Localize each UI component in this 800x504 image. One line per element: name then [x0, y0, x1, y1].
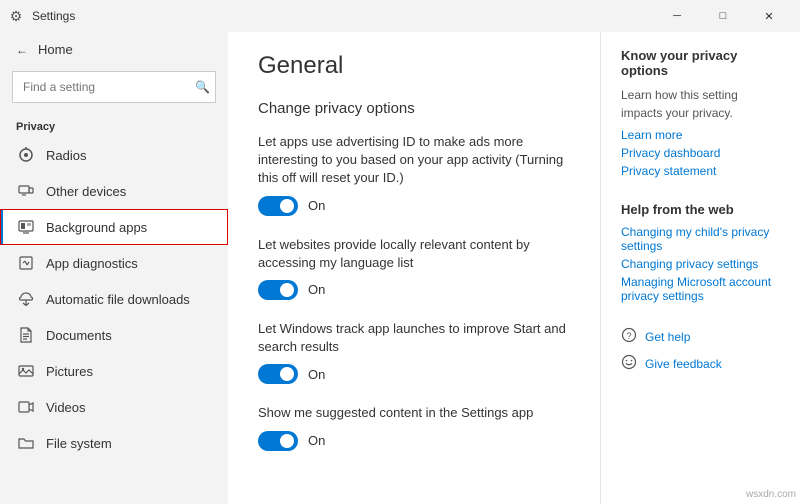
privacy-option-suggested-content: Show me suggested content in the Setting… [258, 404, 570, 450]
toggle-row-suggested-content: On [258, 431, 570, 451]
panel-title-help-web: Help from the web [621, 202, 780, 217]
automatic-downloads-icon [16, 291, 36, 307]
panel-title-know-options: Know your privacy options [621, 48, 780, 78]
sidebar-item-label-app-diagnostics: App diagnostics [46, 256, 138, 271]
svg-text:?: ? [627, 331, 632, 341]
get-help-label[interactable]: Get help [645, 330, 690, 344]
sidebar-home-label: Home [38, 42, 73, 57]
app-body: ← Home 🔍 Privacy Radios [0, 32, 800, 504]
page-title: General [258, 52, 570, 80]
option-text-suggested-content: Show me suggested content in the Setting… [258, 404, 570, 422]
window-controls: ─ □ ✕ [654, 0, 792, 32]
sidebar-item-label-other-devices: Other devices [46, 184, 126, 199]
sidebar-item-background-apps[interactable]: Background apps [0, 209, 228, 245]
toggle-label-advertising-id: On [308, 198, 325, 213]
sidebar-back-home[interactable]: ← Home [0, 32, 228, 67]
panel-link-privacy-statement[interactable]: Privacy statement [621, 164, 780, 178]
window-title: Settings [32, 9, 654, 23]
videos-icon [16, 399, 36, 415]
option-text-app-launches: Let Windows track app launches to improv… [258, 320, 570, 356]
sidebar-item-app-diagnostics[interactable]: App diagnostics [0, 245, 228, 281]
toggle-suggested-content[interactable] [258, 431, 298, 451]
right-panel: Know your privacy options Learn how this… [600, 32, 800, 504]
search-input[interactable] [12, 71, 216, 103]
give-feedback-label[interactable]: Give feedback [645, 357, 722, 371]
toggle-label-language-list: On [308, 282, 325, 297]
toggle-label-app-launches: On [308, 367, 325, 382]
toggle-row-language-list: On [258, 280, 570, 300]
get-help-icon: ? [621, 327, 637, 346]
app-diagnostics-icon [16, 255, 36, 271]
sidebar-item-label-automatic-downloads: Automatic file downloads [46, 292, 190, 307]
panel-link-privacy-dashboard[interactable]: Privacy dashboard [621, 146, 780, 160]
sidebar-item-label-pictures: Pictures [46, 364, 93, 379]
back-arrow-icon: ← [16, 43, 28, 57]
sidebar: ← Home 🔍 Privacy Radios [0, 32, 228, 504]
watermark: wsxdn.com [746, 489, 796, 500]
give-feedback-icon [621, 354, 637, 373]
toggle-row-app-launches: On [258, 364, 570, 384]
maximize-button[interactable]: □ [700, 0, 746, 32]
privacy-option-app-launches: Let Windows track app launches to improv… [258, 320, 570, 384]
sidebar-item-label-documents: Documents [46, 328, 112, 343]
privacy-option-advertising-id: Let apps use advertising ID to make ads … [258, 133, 570, 216]
panel-section-know-options: Know your privacy options Learn how this… [621, 48, 780, 178]
toggle-language-list[interactable] [258, 280, 298, 300]
minimize-button[interactable]: ─ [654, 0, 700, 32]
sidebar-item-label-videos: Videos [46, 400, 86, 415]
sidebar-item-radios[interactable]: Radios [0, 137, 228, 173]
main-content: General Change privacy options Let apps … [228, 32, 600, 504]
file-system-icon [16, 435, 36, 451]
sidebar-search-container: 🔍 [12, 71, 216, 103]
toggle-label-suggested-content: On [308, 433, 325, 448]
get-help-action[interactable]: ? Get help [621, 327, 780, 346]
toggle-app-launches[interactable] [258, 364, 298, 384]
close-button[interactable]: ✕ [746, 0, 792, 32]
pictures-icon [16, 363, 36, 379]
panel-link-child-privacy[interactable]: Changing my child's privacy settings [621, 225, 780, 253]
sidebar-item-label-file-system: File system [46, 436, 112, 451]
panel-link-learn-more[interactable]: Learn more [621, 128, 780, 142]
sidebar-item-file-system[interactable]: File system [0, 425, 228, 461]
option-text-language-list: Let websites provide locally relevant co… [258, 236, 570, 272]
give-feedback-action[interactable]: Give feedback [621, 354, 780, 373]
option-text-advertising-id: Let apps use advertising ID to make ads … [258, 133, 570, 188]
sidebar-item-automatic-downloads[interactable]: Automatic file downloads [0, 281, 228, 317]
panel-section-help-web: Help from the web Changing my child's pr… [621, 202, 780, 303]
panel-link-ms-account-privacy[interactable]: Managing Microsoft account privacy setti… [621, 275, 780, 303]
panel-text-know-options: Learn how this setting impacts your priv… [621, 86, 780, 122]
sidebar-section-label: Privacy [0, 115, 228, 137]
toggle-row-advertising-id: On [258, 196, 570, 216]
sidebar-item-documents[interactable]: Documents [0, 317, 228, 353]
documents-icon [16, 327, 36, 343]
sidebar-item-videos[interactable]: Videos [0, 389, 228, 425]
sidebar-item-label-radios: Radios [46, 148, 86, 163]
sidebar-item-label-background-apps: Background apps [46, 220, 147, 235]
section-title: Change privacy options [258, 100, 570, 117]
background-apps-icon [16, 219, 36, 235]
radios-icon [16, 147, 36, 163]
app-icon: ⚙ [8, 8, 24, 24]
sidebar-item-other-devices[interactable]: Other devices [0, 173, 228, 209]
privacy-option-language-list: Let websites provide locally relevant co… [258, 236, 570, 300]
other-devices-icon [16, 183, 36, 199]
search-icon-button[interactable]: 🔍 [195, 80, 210, 94]
toggle-advertising-id[interactable] [258, 196, 298, 216]
panel-link-change-privacy[interactable]: Changing privacy settings [621, 257, 780, 271]
title-bar: ⚙ Settings ─ □ ✕ [0, 0, 800, 32]
sidebar-item-pictures[interactable]: Pictures [0, 353, 228, 389]
